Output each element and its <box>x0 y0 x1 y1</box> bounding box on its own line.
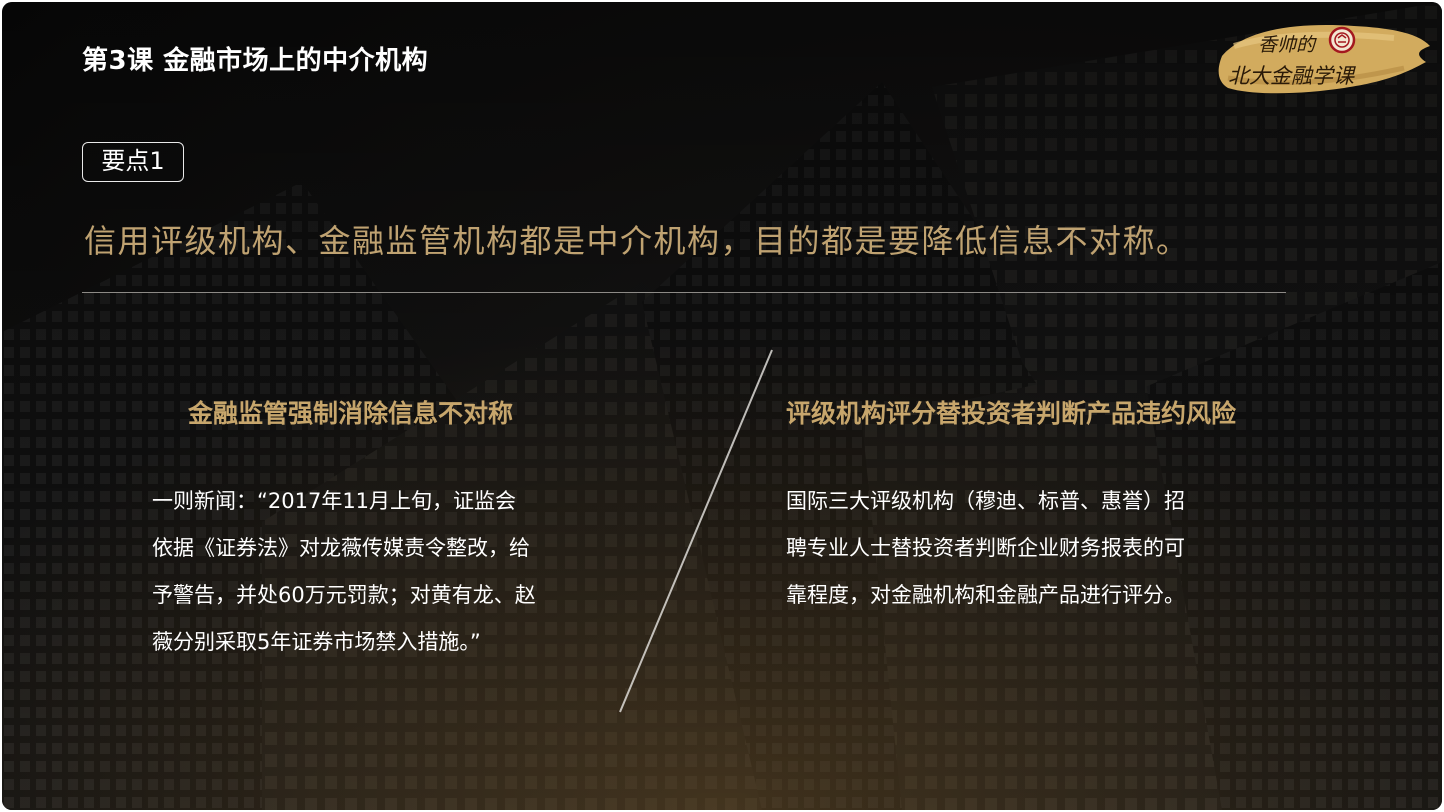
right-column-text: 国际三大评级机构（穆迪、标普、惠誉）招 聘专业人士替投资者判断企业财务报表的可 … <box>786 478 1185 619</box>
lesson-title: 第3课 金融市场上的中介机构 <box>82 46 429 76</box>
logo-line-1: 香帅的 <box>1258 34 1316 56</box>
right-text-line: 国际三大评级机构（穆迪、标普、惠誉）招 <box>786 489 1185 513</box>
left-text-line: 依据《证券法》对龙薇传媒责令整改，给 <box>152 536 530 560</box>
left-text-line: 薇分别采取5年证券市场禁入措施。” <box>152 630 481 654</box>
course-logo: 香帅的 北大金融学课 <box>1214 16 1434 106</box>
left-column-text: 一则新闻：“2017年11月上旬，证监会 依据《证券法》对龙薇传媒责令整改，给 … <box>152 478 536 666</box>
right-text-line: 聘专业人士替投资者判断企业财务报表的可 <box>786 536 1185 560</box>
left-text-line: 一则新闻：“2017年11月上旬，证监会 <box>152 489 517 513</box>
left-column-heading: 金融监管强制消除信息不对称 <box>188 399 514 428</box>
main-statement: 信用评级机构、金融监管机构都是中介机构，目的都是要降低信息不对称。 <box>84 222 1190 260</box>
logo-line-2: 北大金融学课 <box>1228 64 1354 88</box>
diagonal-separator <box>619 349 773 713</box>
left-text-line: 予警告，并处60万元罚款；对黄有龙、赵 <box>152 583 536 607</box>
peking-university-seal-icon <box>1328 26 1356 54</box>
key-point-badge: 要点1 <box>82 142 184 182</box>
right-text-line: 靠程度，对金融机构和金融产品进行评分。 <box>786 583 1185 607</box>
right-column-heading: 评级机构评分替投资者判断产品违约风险 <box>786 399 1237 428</box>
slide: 第3课 金融市场上的中介机构 香帅的 北大金融学课 要点1 信用评级机构、金融监… <box>2 2 1442 810</box>
horizontal-divider <box>82 292 1286 293</box>
